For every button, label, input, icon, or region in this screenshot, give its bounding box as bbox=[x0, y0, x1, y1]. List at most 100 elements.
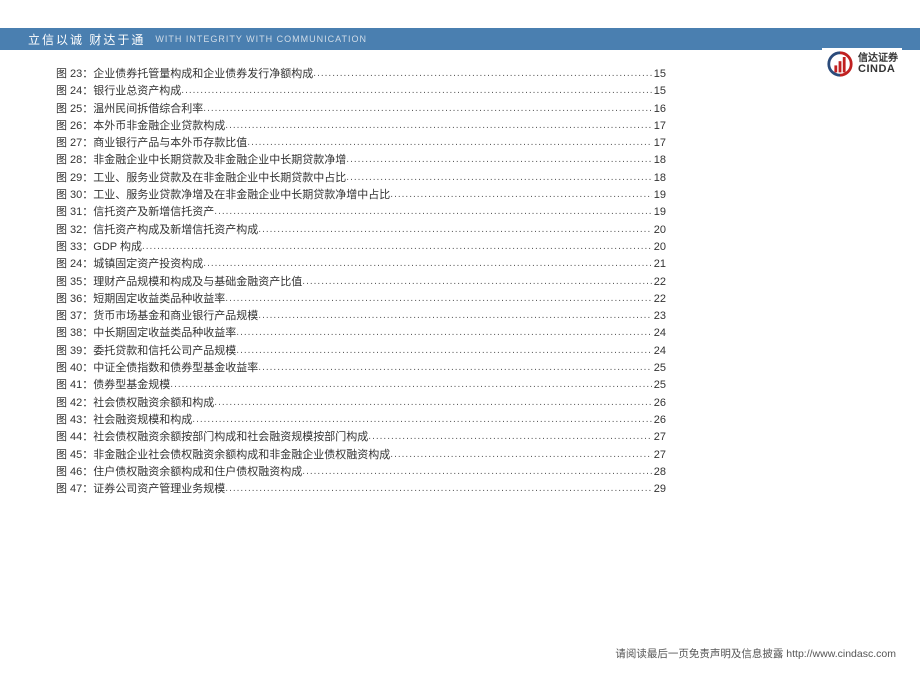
toc-figure-label: 图 33： bbox=[56, 239, 93, 255]
toc-figure-title: 理财产品规模和构成及与基础金融资产比值 bbox=[93, 274, 302, 290]
toc-leader-dots bbox=[368, 429, 651, 445]
toc-row: 图 31：信托资产及新增信托资产 19 bbox=[56, 204, 666, 221]
toc-row: 图 43：社会融资规模和构成26 bbox=[56, 412, 666, 429]
toc-page-number: 27 bbox=[652, 447, 666, 463]
toc-leader-dots bbox=[225, 291, 651, 307]
toc-leader-dots bbox=[225, 118, 651, 134]
toc-page-number: 15 bbox=[652, 66, 666, 82]
toc-figure-label: 图 28： bbox=[56, 152, 93, 168]
brand-name-en: CINDA bbox=[858, 64, 898, 75]
toc-leader-dots bbox=[203, 256, 651, 272]
toc-page-number: 27 bbox=[652, 429, 666, 445]
toc-figure-label: 图 30： bbox=[56, 187, 93, 203]
toc-leader-dots bbox=[390, 187, 651, 203]
toc-page-number: 26 bbox=[652, 395, 666, 411]
header-slogan-en: WITH INTEGRITY WITH COMMUNICATION bbox=[155, 34, 367, 44]
toc-figure-title: 货币市场基金和商业银行产品规模 bbox=[93, 308, 258, 324]
toc-leader-dots bbox=[225, 481, 651, 497]
toc-row: 图 23：企业债券托管量构成和企业债券发行净额构成15 bbox=[56, 66, 666, 83]
toc-figure-label: 图 32： bbox=[56, 222, 93, 238]
footer-url: http://www.cindasc.com bbox=[786, 648, 896, 660]
toc-leader-dots bbox=[258, 308, 651, 324]
toc-row: 图 46：住户债权融资余额构成和住户债权融资构成28 bbox=[56, 464, 666, 481]
toc-figure-label: 图 46： bbox=[56, 464, 93, 480]
toc-page-number: 22 bbox=[652, 274, 666, 290]
toc-page-number: 17 bbox=[652, 118, 666, 134]
toc-leader-dots bbox=[214, 395, 651, 411]
toc-figure-title: 本外币非金融企业贷款构成 bbox=[93, 118, 225, 134]
toc-row: 图 29：工业、服务业贷款及在非金融企业中长期贷款中占比18 bbox=[56, 170, 666, 187]
toc-row: 图 35：理财产品规模和构成及与基础金融资产比值 22 bbox=[56, 274, 666, 291]
toc-figure-label: 图 47： bbox=[56, 481, 93, 497]
toc-figure-title: 委托贷款和信托公司产品规模 bbox=[93, 343, 236, 359]
brand-logo-text: 信达证券 CINDA bbox=[858, 54, 898, 75]
toc-figure-title: 工业、服务业贷款及在非金融企业中长期贷款中占比 bbox=[93, 170, 346, 186]
toc-row: 图 24：城镇固定资产投资构成21 bbox=[56, 256, 666, 273]
toc-figure-label: 图 37： bbox=[56, 308, 93, 324]
toc-leader-dots bbox=[390, 447, 651, 463]
toc-figure-label: 图 43： bbox=[56, 412, 93, 428]
toc-page-number: 17 bbox=[652, 135, 666, 151]
toc-figure-title: 工业、服务业贷款净增及在非金融企业中长期贷款净增中占比 bbox=[93, 187, 390, 203]
toc-page-number: 18 bbox=[652, 170, 666, 186]
toc-figure-title: 信托资产及新增信托资产 bbox=[93, 204, 214, 220]
table-of-contents: 图 23：企业债券托管量构成和企业债券发行净额构成15图 24：银行业总资产构成… bbox=[56, 66, 666, 498]
footer-text: 请阅读最后一页免责声明及信息披露 bbox=[615, 648, 783, 660]
cinda-logo-icon bbox=[826, 50, 854, 78]
toc-figure-label: 图 26： bbox=[56, 118, 93, 134]
toc-page-number: 19 bbox=[652, 204, 666, 220]
toc-figure-label: 图 24： bbox=[56, 256, 93, 272]
toc-page-number: 25 bbox=[652, 377, 666, 393]
toc-row: 图 27：商业银行产品与本外币存款比值17 bbox=[56, 135, 666, 152]
toc-page-number: 29 bbox=[652, 481, 666, 497]
toc-leader-dots bbox=[313, 66, 651, 82]
toc-leader-dots bbox=[236, 343, 651, 359]
toc-page-number: 20 bbox=[652, 239, 666, 255]
footer-disclaimer: 请阅读最后一页免责声明及信息披露 http://www.cindasc.com bbox=[615, 646, 896, 661]
toc-row: 图 25：温州民间拆借综合利率16 bbox=[56, 101, 666, 118]
toc-leader-dots bbox=[346, 170, 651, 186]
toc-figure-title: 社会债权融资余额和构成 bbox=[93, 395, 214, 411]
toc-figure-title: 短期固定收益类品种收益率 bbox=[93, 291, 225, 307]
toc-leader-dots bbox=[258, 222, 651, 238]
toc-figure-label: 图 42： bbox=[56, 395, 93, 411]
toc-page-number: 23 bbox=[652, 308, 666, 324]
toc-page-number: 28 bbox=[652, 464, 666, 480]
brand-name-cn: 信达证券 bbox=[858, 54, 898, 64]
toc-page-number: 24 bbox=[652, 325, 666, 341]
toc-figure-title: 信托资产构成及新增信托资产构成 bbox=[93, 222, 258, 238]
toc-leader-dots bbox=[258, 360, 651, 376]
toc-leader-dots bbox=[142, 239, 652, 255]
toc-row: 图 44：社会债权融资余额按部门构成和社会融资规模按部门构成27 bbox=[56, 429, 666, 446]
toc-figure-title: 银行业总资产构成 bbox=[93, 83, 181, 99]
toc-figure-title: 中长期固定收益类品种收益率 bbox=[93, 325, 236, 341]
toc-row: 图 40：中证全债指数和债券型基金收益率25 bbox=[56, 360, 666, 377]
toc-page-number: 19 bbox=[652, 187, 666, 203]
toc-row: 图 33：GDP 构成 20 bbox=[56, 239, 666, 256]
toc-leader-dots bbox=[214, 204, 651, 220]
toc-figure-title: 债券型基金规模 bbox=[93, 377, 170, 393]
toc-figure-label: 图 35： bbox=[56, 274, 93, 290]
toc-figure-label: 图 31： bbox=[56, 204, 93, 220]
toc-row: 图 36：短期固定收益类品种收益率22 bbox=[56, 291, 666, 308]
brand-logo: 信达证券 CINDA bbox=[822, 48, 902, 80]
toc-row: 图 28：非金融企业中长期贷款及非金融企业中长期贷款净增18 bbox=[56, 152, 666, 169]
toc-leader-dots bbox=[302, 274, 651, 290]
toc-leader-dots bbox=[170, 377, 651, 393]
toc-leader-dots bbox=[181, 83, 651, 99]
toc-leader-dots bbox=[247, 135, 651, 151]
toc-figure-label: 图 44： bbox=[56, 429, 93, 445]
toc-figure-label: 图 40： bbox=[56, 360, 93, 376]
toc-row: 图 47：证券公司资产管理业务规模29 bbox=[56, 481, 666, 498]
toc-row: 图 24：银行业总资产构成15 bbox=[56, 83, 666, 100]
toc-page-number: 20 bbox=[652, 222, 666, 238]
toc-figure-label: 图 25： bbox=[56, 101, 93, 117]
toc-row: 图 45：非金融企业社会债权融资余额构成和非金融企业债权融资构成27 bbox=[56, 447, 666, 464]
toc-figure-title: GDP 构成 bbox=[93, 239, 142, 255]
toc-figure-label: 图 41： bbox=[56, 377, 93, 393]
toc-figure-label: 图 24： bbox=[56, 83, 93, 99]
toc-figure-label: 图 36： bbox=[56, 291, 93, 307]
toc-page-number: 18 bbox=[652, 152, 666, 168]
toc-figure-label: 图 39： bbox=[56, 343, 93, 359]
toc-figure-title: 中证全债指数和债券型基金收益率 bbox=[93, 360, 258, 376]
